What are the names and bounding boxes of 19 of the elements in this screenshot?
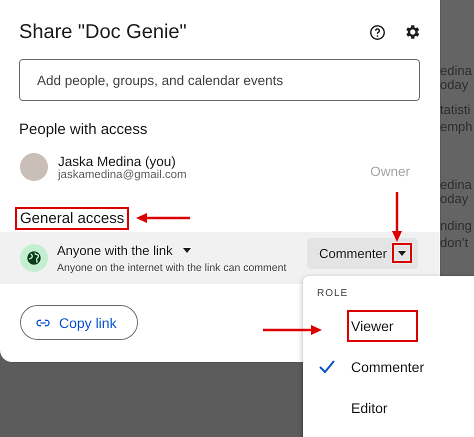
menu-item[interactable]: Viewer bbox=[303, 305, 474, 346]
person-name: Jaska Medina (you) bbox=[58, 154, 177, 168]
menu-item[interactable]: Commenter bbox=[303, 346, 474, 387]
dialog-title: Share "Doc Genie" bbox=[19, 20, 188, 44]
menu-item[interactable]: Editor bbox=[303, 387, 474, 428]
copy-link-button[interactable]: Copy link bbox=[20, 305, 138, 340]
section-heading: General access bbox=[15, 207, 130, 230]
menu-heading: ROLE bbox=[317, 288, 348, 299]
globe-icon bbox=[20, 244, 48, 272]
role-dropdown[interactable]: Commenter bbox=[307, 238, 418, 268]
person-email: jaskamedina@gmail.com bbox=[58, 168, 188, 180]
add-people-field[interactable]: Add people, groups, and calendar events bbox=[19, 59, 420, 101]
caret-icon bbox=[182, 248, 191, 252]
avatar bbox=[20, 153, 48, 181]
section-heading: People with access bbox=[19, 121, 148, 138]
help-icon[interactable] bbox=[367, 22, 387, 42]
access-scope-dropdown[interactable]: Anyone with the link bbox=[57, 242, 191, 258]
access-description: Anyone on the internet with the link can comment bbox=[57, 262, 288, 274]
role-label: Owner bbox=[370, 164, 410, 178]
